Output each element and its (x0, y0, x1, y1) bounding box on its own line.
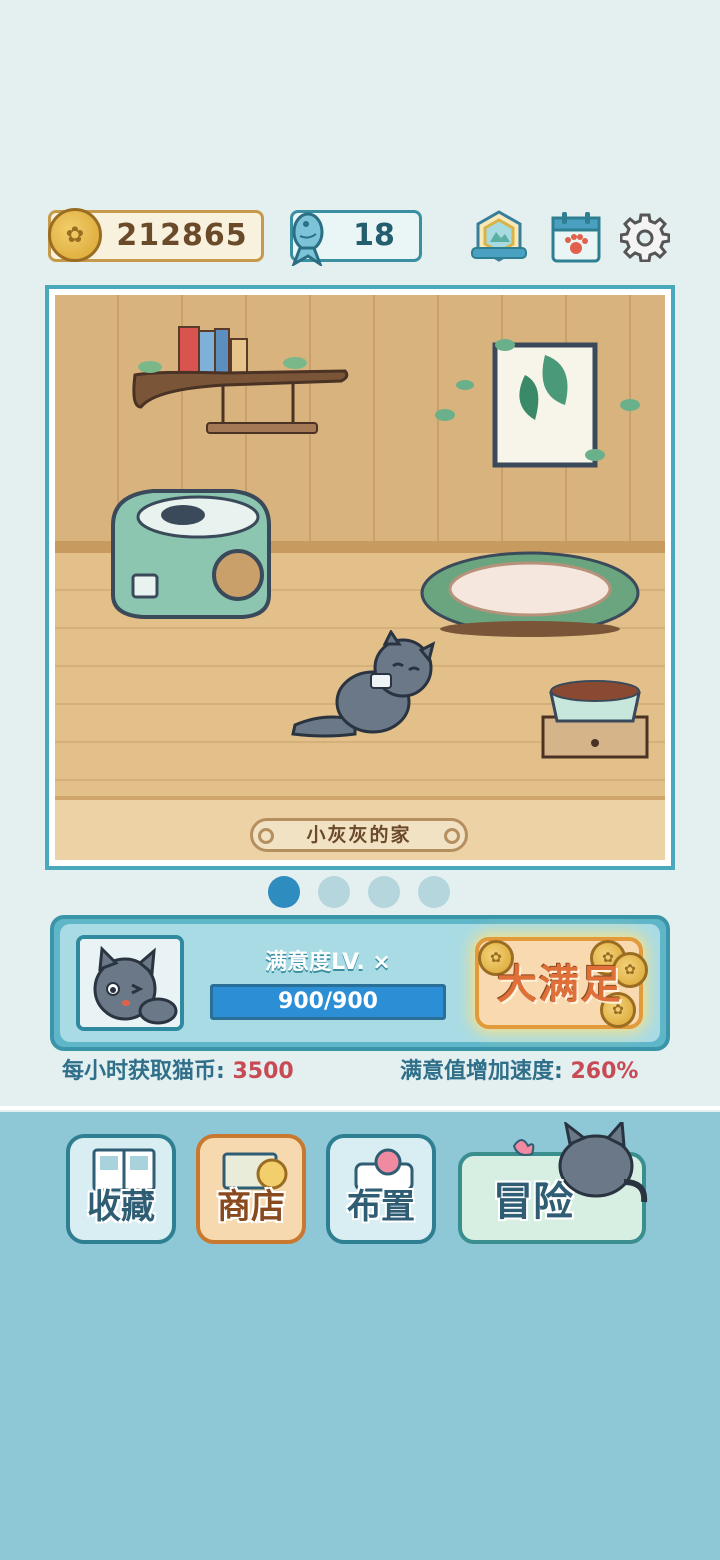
satisfaction-value: 900/900 (278, 989, 378, 1014)
coin-paw-icon: ✿ (48, 208, 102, 262)
collection-label: 收藏 (87, 1187, 155, 1227)
coin-amount: 212865 (116, 218, 248, 253)
shop-button[interactable]: 商店 (196, 1134, 306, 1244)
cat-portrait (80, 939, 180, 1027)
satisfaction-speed-label: 满意值增加速度: (400, 1059, 571, 1084)
coins-per-hour: 每小时获取猫币: 3500 (62, 1056, 294, 1088)
cat-avatar[interactable] (76, 935, 184, 1031)
collection-button[interactable]: 收藏 (66, 1134, 176, 1244)
picture-frame[interactable] (425, 325, 655, 475)
page-dot-1[interactable] (268, 876, 300, 908)
sleeping-cat[interactable] (285, 630, 455, 750)
page-dot-4[interactable] (418, 876, 450, 908)
branch-shelf[interactable] (95, 315, 355, 455)
divider (0, 1106, 720, 1110)
satisfaction-level-label: 满意度LV. × (265, 950, 391, 975)
calendar-paw-icon[interactable] (550, 210, 602, 264)
page-dot-2[interactable] (318, 876, 350, 908)
decorate-label: 布置 (347, 1187, 415, 1227)
fish-icon (291, 212, 324, 266)
satisfaction-speed-value: 260% (570, 1059, 639, 1084)
coins-per-hour-value: 3500 (232, 1059, 294, 1084)
food-bowl[interactable] (535, 673, 655, 763)
litter-box[interactable] (103, 485, 283, 625)
satisfaction-speed: 满意值增加速度: 260% (400, 1056, 638, 1088)
gear-icon[interactable] (620, 212, 670, 262)
adventure-label: 冒险 (493, 1179, 573, 1225)
decorate-button[interactable]: 布置 (326, 1134, 436, 1244)
fish-amount: 18 (353, 218, 395, 253)
coins-per-hour-label: 每小时获取猫币: (62, 1059, 233, 1084)
shop-label: 商店 (217, 1187, 285, 1227)
room-scene[interactable] (45, 285, 675, 870)
big-satisfaction-label: 大满足 (497, 962, 623, 1008)
page-dot-3[interactable] (368, 876, 400, 908)
leaf-bed[interactable] (415, 535, 645, 640)
badge-icon[interactable] (470, 208, 528, 266)
room-name: 小灰灰的家 (306, 824, 412, 846)
